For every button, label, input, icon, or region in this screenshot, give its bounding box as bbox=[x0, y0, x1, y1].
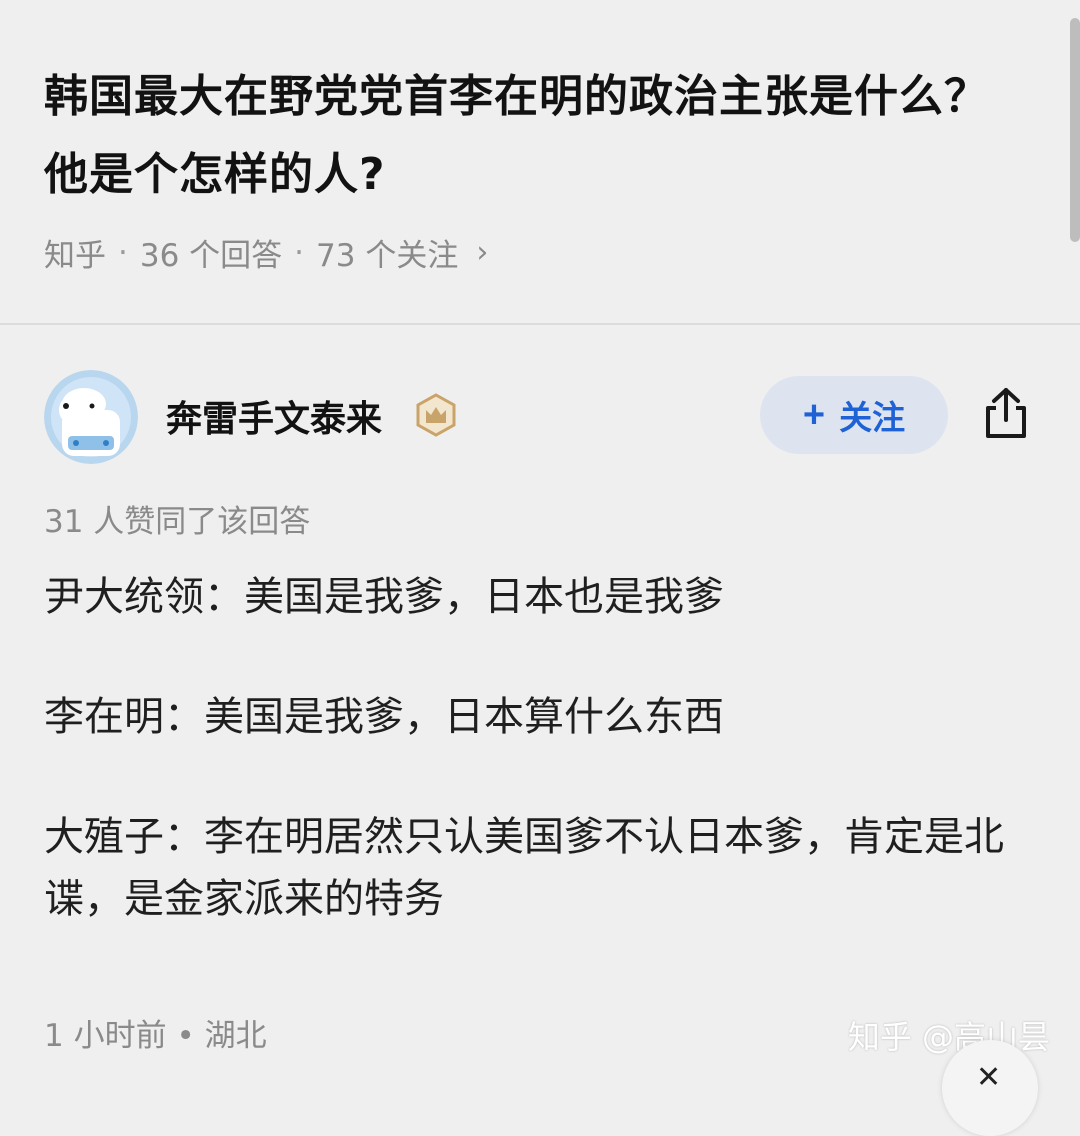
follow-button[interactable]: + 关注 bbox=[760, 376, 948, 454]
answer-paragraph: 尹大统领：美国是我爹，日本也是我爹 bbox=[44, 574, 724, 620]
chevron-right-icon: › bbox=[476, 235, 489, 270]
close-button[interactable]: ✕ bbox=[942, 1040, 1038, 1136]
separator-dot: · bbox=[118, 234, 128, 271]
follow-label: 关注 bbox=[839, 399, 906, 436]
close-icon: ✕ bbox=[976, 1060, 1002, 1095]
follower-count: 73 个关注 bbox=[316, 238, 459, 274]
avatar[interactable] bbox=[44, 370, 138, 464]
share-icon[interactable] bbox=[980, 386, 1032, 442]
answer-time: 1 小时前 bbox=[44, 1018, 167, 1054]
crown-badge-icon bbox=[414, 393, 458, 437]
answer-count: 36 个回答 bbox=[139, 238, 283, 274]
author-name[interactable]: 奔雷手文泰来 bbox=[166, 390, 382, 442]
answer-location: 湖北 bbox=[204, 1018, 267, 1054]
answer-paragraph: 李在明：美国是我爹，日本算什么东西 bbox=[44, 694, 724, 740]
question-title[interactable]: 韩国最大在野党党首李在明的政治主张是什么？他是个怎样的人? bbox=[44, 58, 1004, 214]
plus-icon: + bbox=[802, 393, 826, 436]
vote-count: 31 人赞同了该回答 bbox=[44, 504, 311, 540]
separator-dot: • bbox=[176, 1018, 205, 1054]
answer-meta: 1 小时前 • 湖北 bbox=[44, 1010, 267, 1055]
divider bbox=[0, 323, 1080, 325]
separator-dot: · bbox=[294, 234, 305, 271]
answer-paragraph: 大殖子：李在明居然只认美国爹不认日本爹，肯定是北谍，是金家派来的特务 bbox=[44, 814, 1004, 922]
scrollbar[interactable] bbox=[1070, 18, 1080, 242]
source-label: 知乎 bbox=[44, 238, 106, 274]
question-meta[interactable]: 知乎 · 36 个回答 · 73 个关注 › bbox=[44, 230, 488, 275]
answer-body[interactable]: 尹大统领：美国是我爹，日本也是我爹 李在明：美国是我爹，日本算什么东西 大殖子：… bbox=[44, 566, 1034, 988]
